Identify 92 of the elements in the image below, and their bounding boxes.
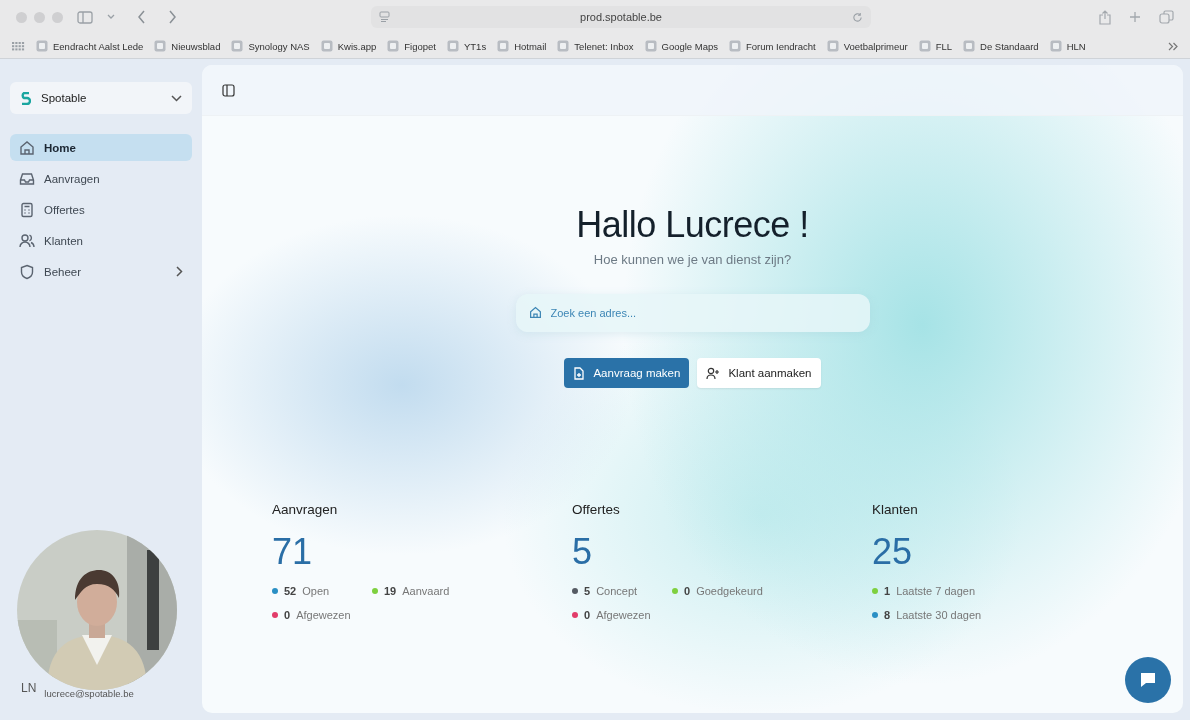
stat-label: Laatste 30 dagen: [896, 609, 982, 621]
stat-count: 8: [884, 609, 891, 621]
favicon-icon: [826, 40, 839, 52]
favicon-icon: [320, 40, 333, 52]
stat-label: Afgewezen: [296, 609, 351, 621]
close-icon[interactable]: [16, 11, 27, 23]
stat-value: 25: [872, 531, 914, 573]
bookmark-link[interactable]: Nieuwsblad: [171, 40, 221, 52]
inbox-icon: [19, 170, 35, 187]
favicon-icon: [497, 40, 510, 52]
stat-title: Aanvragen: [272, 502, 339, 517]
stat-label: Laatste 7 dagen: [896, 585, 976, 597]
stat-value: 5: [572, 531, 594, 573]
minimize-icon[interactable]: [34, 11, 45, 23]
home-icon: [528, 306, 542, 319]
favicon-icon: [729, 40, 742, 52]
share-icon[interactable]: [1099, 9, 1111, 25]
stat-label: Aanvaard: [402, 585, 450, 597]
reload-icon[interactable]: [852, 11, 863, 23]
chat-button[interactable]: [1125, 657, 1171, 703]
logo-icon: [20, 91, 31, 105]
bookmark-link[interactable]: HLN: [1066, 40, 1086, 52]
favicon-icon: [36, 40, 48, 52]
sidebar-item[interactable]: Home: [10, 134, 192, 161]
bookmark-link[interactable]: Eendracht Aalst Lede: [53, 40, 144, 52]
favicon-icon: [446, 40, 459, 52]
stat-title: Offertes: [572, 502, 621, 517]
stat-count: 0: [684, 585, 691, 597]
bookmark-link[interactable]: YT1s: [463, 40, 487, 52]
stat-label: Concept: [596, 585, 638, 597]
forward-icon[interactable]: [168, 10, 177, 24]
users-icon: [19, 232, 35, 249]
more-bookmarks-icon[interactable]: [1168, 41, 1178, 51]
address-bar[interactable]: prod.spotable.be: [371, 6, 871, 28]
create-client-button[interactable]: Klant aanmaken: [697, 358, 821, 388]
bookmark-link[interactable]: Google Maps: [661, 40, 719, 52]
stat-count: 0: [584, 609, 591, 621]
bookmark-link[interactable]: Hotmail: [514, 40, 547, 52]
bookmark-link[interactable]: Figopet: [404, 40, 436, 52]
plus-icon[interactable]: [1129, 11, 1141, 23]
bookmark-link[interactable]: Synology NAS: [248, 40, 310, 52]
search-field[interactable]: Zoek een adres...: [515, 294, 870, 332]
bookmark-link[interactable]: FLL: [935, 40, 952, 52]
favicon-icon: [918, 40, 931, 52]
stat-value: 71: [272, 531, 314, 573]
back-icon[interactable]: [137, 10, 146, 24]
url-text: prod.spotable.be: [579, 11, 663, 23]
bookmark-link[interactable]: De Standaard: [980, 40, 1039, 52]
sidebar-item[interactable]: Aanvragen: [10, 165, 192, 192]
zoom-icon[interactable]: [52, 11, 63, 23]
stat-title: Klanten: [872, 502, 919, 517]
file-plus-icon: [573, 366, 586, 380]
favicon-icon: [644, 40, 657, 52]
stat-count: 1: [884, 585, 891, 597]
favicon-icon: [963, 40, 975, 52]
user-email: lucrece@spotable.be: [44, 688, 134, 699]
grid-icon[interactable]: [12, 41, 25, 51]
sidebar-toggle-icon[interactable]: [77, 10, 93, 24]
favicon-icon: [557, 40, 570, 52]
sidebar-item[interactable]: Offertes: [10, 196, 192, 223]
create-request-button[interactable]: Aanvraag maken: [564, 358, 690, 388]
user-plus-icon: [706, 366, 721, 380]
page-settings-icon[interactable]: [379, 11, 390, 23]
stat-count: 5: [584, 585, 591, 597]
bookmark-link[interactable]: Forum Iendracht: [746, 40, 816, 52]
favicon-icon: [1049, 40, 1062, 52]
subtitle: Hoe kunnen we je van dienst zijn?: [593, 252, 792, 267]
favicon-icon: [387, 40, 400, 52]
stat-label: Afgewezen: [596, 609, 651, 621]
user-initials: LN: [21, 680, 37, 695]
stat-count: 19: [384, 585, 397, 597]
bookmark-link[interactable]: Telenet: Inbox: [574, 40, 634, 52]
bookmark-link[interactable]: Voetbalprimeur: [843, 40, 908, 52]
sidebar-toggle-icon[interactable]: [222, 83, 235, 97]
stat-label: Open: [302, 585, 330, 597]
workspace-switcher[interactable]: Spotable: [10, 82, 192, 114]
tabs-overview-icon[interactable]: [1159, 10, 1174, 24]
calculator-icon: [19, 201, 35, 218]
home-icon: [19, 139, 35, 156]
chevron-down-icon: [171, 94, 182, 102]
favicon-icon: [231, 40, 244, 52]
bookmark-link[interactable]: Kwis.app: [337, 40, 377, 52]
sidebar-item[interactable]: Beheer: [10, 258, 192, 285]
chevron-down-icon[interactable]: [107, 14, 115, 20]
shield-icon: [19, 263, 35, 280]
chat-icon: [1138, 670, 1158, 690]
stat-count: 0: [284, 609, 291, 621]
stat-label: Goedgekeurd: [696, 585, 763, 597]
stat-count: 52: [284, 585, 297, 597]
greeting-heading: Hallo Lucrece !: [576, 204, 809, 246]
favicon-icon: [154, 40, 167, 52]
sidebar-item[interactable]: Klanten: [10, 227, 192, 254]
